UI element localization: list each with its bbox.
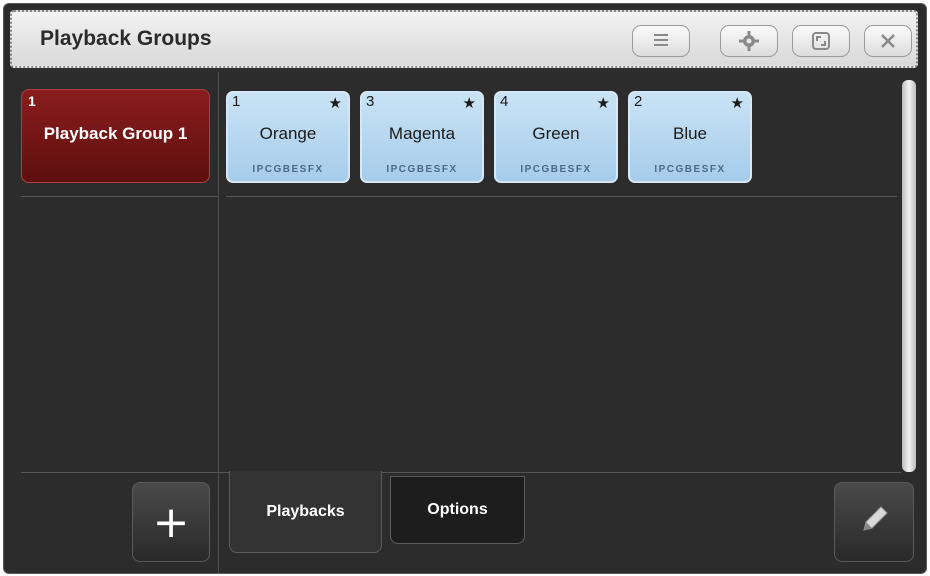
playback-number: 2 — [634, 93, 643, 110]
tab-options[interactable]: Options — [390, 476, 525, 544]
tab-label: Options — [427, 501, 488, 518]
group-name: Playback Group 1 — [43, 124, 188, 143]
playback-tile-magenta[interactable]: 3 ★ Magenta IPCGBESFX — [360, 91, 484, 183]
attribute-indicators: IPCGBESFX — [386, 164, 458, 175]
group-tile[interactable]: 1 Playback Group 1 — [21, 89, 210, 183]
add-group-button[interactable]: + — [132, 482, 210, 562]
close-button[interactable] — [864, 25, 912, 57]
playback-number: 1 — [232, 93, 241, 110]
divider — [226, 196, 897, 197]
star-icon: ★ — [730, 95, 744, 112]
pencil-icon — [854, 500, 894, 544]
playback-name: Orange — [259, 124, 317, 143]
playback-groups-window: Playback Groups 1 Playback Group 1 1 ★ O… — [3, 3, 927, 574]
attribute-indicators: IPCGBESFX — [252, 164, 324, 175]
divider — [21, 196, 218, 197]
fullscreen-button[interactable] — [792, 25, 850, 57]
attribute-indicators: IPCGBESFX — [654, 164, 726, 175]
playback-name: Green — [532, 124, 580, 143]
menu-button[interactable] — [632, 25, 690, 57]
divider — [21, 472, 901, 473]
group-number: 1 — [28, 93, 36, 109]
playback-name: Magenta — [388, 124, 456, 143]
menu-icon — [650, 31, 672, 51]
content-panel: 1 Playback Group 1 1 ★ Orange IPCGBESFX … — [4, 72, 926, 573]
vertical-scrollbar[interactable] — [902, 80, 916, 472]
settings-button[interactable] — [720, 25, 778, 57]
attribute-indicators: IPCGBESFX — [520, 164, 592, 175]
playback-tile-blue[interactable]: 2 ★ Blue IPCGBESFX — [628, 91, 752, 183]
tab-label: Playbacks — [266, 502, 345, 520]
star-icon: ★ — [462, 95, 476, 112]
star-icon: ★ — [596, 95, 610, 112]
plus-icon: + — [152, 496, 190, 548]
gear-icon — [738, 30, 760, 52]
playback-tile-orange[interactable]: 1 ★ Orange IPCGBESFX — [226, 91, 350, 183]
fullscreen-icon — [810, 30, 832, 52]
star-icon: ★ — [328, 95, 342, 112]
title-bar: Playback Groups — [10, 10, 918, 68]
edit-button[interactable] — [834, 482, 914, 562]
playback-tile-green[interactable]: 4 ★ Green IPCGBESFX — [494, 91, 618, 183]
playback-number: 4 — [500, 93, 509, 110]
close-icon — [879, 32, 897, 50]
playback-name: Blue — [672, 124, 708, 143]
playback-number: 3 — [366, 93, 375, 110]
window-title: Playback Groups — [40, 27, 212, 50]
tab-playbacks[interactable]: Playbacks — [229, 471, 382, 553]
